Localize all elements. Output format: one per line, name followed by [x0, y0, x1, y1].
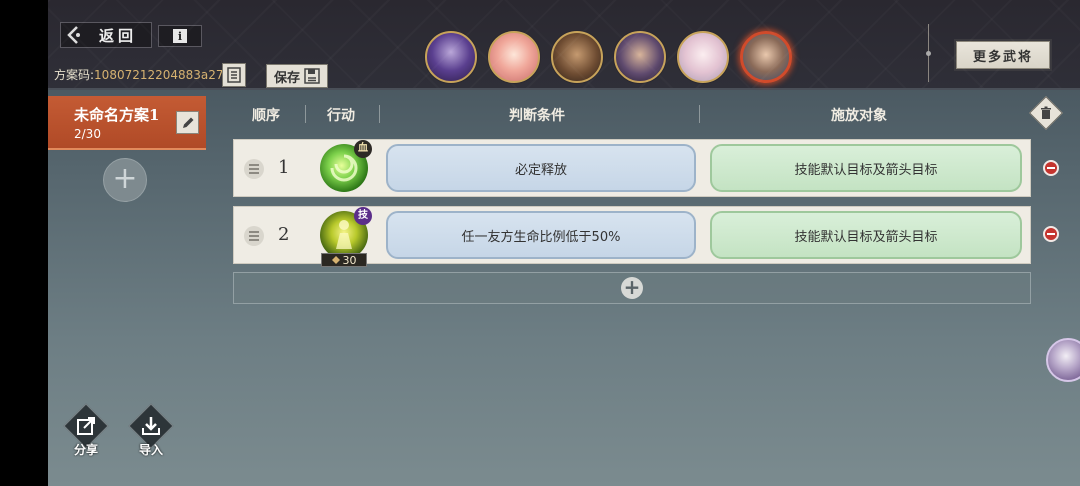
table-row[interactable]: 2 技 30 任一友方生命比例低于50% 技能默认目标及箭头目标	[233, 206, 1031, 267]
skill-cost: 30	[321, 253, 367, 267]
general-avatar-2[interactable]	[488, 31, 540, 83]
info-button[interactable]: i	[158, 25, 202, 47]
import-label: 导入	[138, 443, 163, 457]
plan-name: 未命名方案1	[74, 106, 160, 124]
assistant-avatar[interactable]	[1046, 338, 1080, 382]
skill-icon[interactable]: 血	[320, 140, 372, 192]
add-plan-button[interactable]: +	[103, 158, 147, 202]
skill-badge: 血	[354, 140, 372, 158]
remove-row-button[interactable]	[1043, 226, 1059, 242]
info-icon: i	[173, 29, 187, 43]
chevron-left-icon	[61, 23, 87, 47]
skill-cost-value: 30	[342, 253, 357, 267]
general-avatar-5[interactable]	[677, 31, 729, 83]
row-order: 2	[278, 224, 290, 245]
top-bar: 返回 i 方案码:10807212204883a27 保存 更多武将	[48, 0, 1080, 90]
plan-code: 方案码:10807212204883a27	[54, 66, 224, 83]
save-label: 保存	[273, 70, 300, 86]
remove-row-button[interactable]	[1043, 160, 1059, 176]
diamond-icon	[331, 256, 340, 264]
general-avatar-3[interactable]	[551, 31, 603, 83]
save-button[interactable]: 保存	[266, 64, 328, 88]
general-avatar-1[interactable]	[425, 31, 477, 83]
header-divider	[379, 105, 380, 123]
general-avatar-4[interactable]	[614, 31, 666, 83]
header-divider	[699, 105, 700, 123]
share-button[interactable]: 分享	[62, 403, 112, 460]
skill-badge: 技	[354, 207, 372, 225]
table-header: 顺序 行动 判断条件 施放对象	[233, 101, 1033, 127]
header-condition: 判断条件	[509, 108, 565, 124]
plan-code-value: 10807212204883a27	[94, 68, 224, 82]
more-generals-button[interactable]: 更多武将	[954, 39, 1052, 71]
target-selector[interactable]: 技能默认目标及箭头目标	[710, 144, 1022, 192]
plan-code-label: 方案码:	[54, 68, 95, 82]
header-divider	[926, 24, 931, 82]
minus-icon	[1047, 233, 1055, 235]
pencil-icon	[182, 117, 193, 128]
import-button[interactable]: 导入	[127, 403, 177, 460]
condition-selector[interactable]: 任一友方生命比例低于50%	[386, 211, 696, 259]
add-row-button[interactable]: +	[233, 272, 1031, 304]
back-label: 返回	[99, 26, 138, 45]
back-button[interactable]: 返回	[60, 22, 152, 48]
share-icon	[77, 417, 95, 435]
drag-handle-icon[interactable]	[244, 226, 264, 246]
copy-code-button[interactable]	[222, 63, 246, 87]
header-order: 顺序	[252, 108, 280, 124]
table-row[interactable]: 1 血 必定释放 技能默认目标及箭头目标	[233, 139, 1031, 197]
edit-plan-button[interactable]	[176, 111, 199, 134]
app-root: 返回 i 方案码:10807212204883a27 保存 更多武将 未命名方案…	[48, 0, 1080, 486]
target-selector[interactable]: 技能默认目标及箭头目标	[710, 211, 1022, 259]
drag-handle-icon[interactable]	[244, 159, 264, 179]
row-order: 1	[278, 157, 290, 178]
condition-selector[interactable]: 必定释放	[386, 144, 696, 192]
plan-count: 2/30	[74, 127, 101, 141]
share-label: 分享	[73, 443, 98, 457]
header-action: 行动	[327, 108, 355, 124]
minus-icon	[1047, 167, 1055, 169]
save-icon	[304, 68, 320, 84]
header-target: 施放对象	[831, 108, 887, 124]
general-avatar-6-selected[interactable]	[740, 31, 792, 83]
import-icon	[142, 417, 160, 435]
copy-icon	[227, 67, 241, 83]
plan-tab[interactable]: 未命名方案1 2/30	[48, 96, 206, 150]
trash-icon	[1041, 106, 1051, 119]
delete-plan-button[interactable]	[1029, 96, 1063, 130]
skill-icon[interactable]: 技 30	[320, 207, 372, 267]
header-divider	[305, 105, 306, 123]
plus-icon: +	[621, 277, 643, 299]
